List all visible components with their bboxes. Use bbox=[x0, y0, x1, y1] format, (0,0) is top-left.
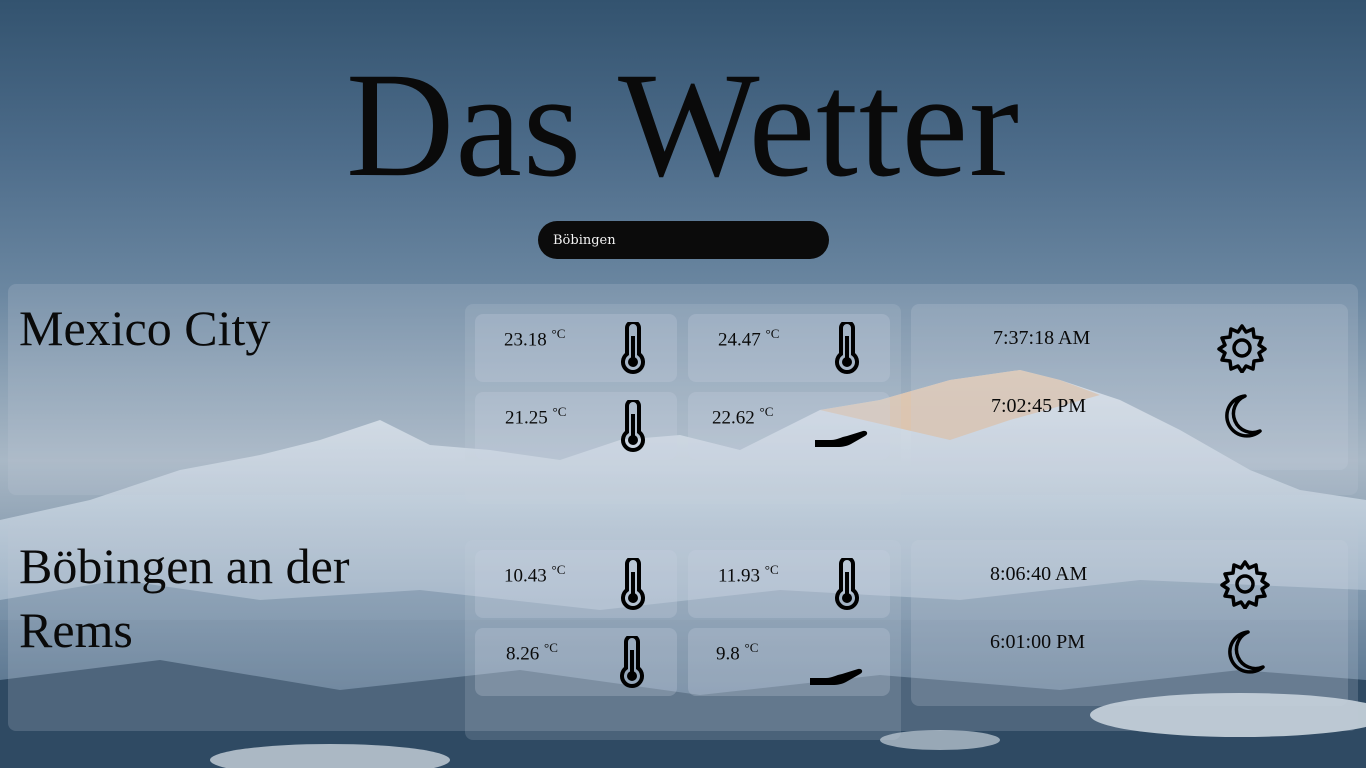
thermometer-icon bbox=[621, 400, 645, 452]
temperature-card: 23.18 °C bbox=[475, 314, 677, 382]
temperature-unit: °C bbox=[765, 326, 780, 341]
temperature-value: 8.26 bbox=[506, 643, 540, 665]
temperature-card: 8.26 °C bbox=[475, 628, 677, 696]
sunrise-time: 8:06:40 AM bbox=[990, 563, 1088, 585]
moon-icon bbox=[1225, 394, 1262, 438]
sunrise-time: 7:37:18 AM bbox=[993, 327, 1091, 349]
temperature-value: 9.8 bbox=[716, 643, 740, 665]
sunset-time: 6:01:00 PM bbox=[990, 631, 1086, 653]
temperature-unit: °C bbox=[551, 562, 566, 577]
temperature-value: 10.43 bbox=[504, 565, 547, 587]
sun-gear-icon bbox=[1220, 560, 1270, 609]
temperature-unit: °C bbox=[552, 404, 567, 419]
temperature-card: 22.62 °C bbox=[688, 392, 890, 460]
temperature-card: 9.8 °C bbox=[688, 628, 890, 696]
sun-times-block bbox=[911, 540, 1348, 706]
temperature-value: 11.93 bbox=[718, 565, 761, 587]
moon-icon bbox=[1228, 630, 1265, 674]
thermometer-icon bbox=[620, 636, 644, 688]
city-name: Böbingen an der Rems bbox=[19, 538, 350, 658]
sunset-time: 7:02:45 PM bbox=[991, 395, 1087, 417]
temperature-unit: °C bbox=[759, 404, 774, 419]
sun-gear-icon bbox=[1217, 324, 1267, 373]
city-name: Mexico City bbox=[19, 300, 271, 356]
thermometer-icon bbox=[835, 322, 859, 374]
thermometer-icon bbox=[621, 558, 645, 610]
hand-icon bbox=[810, 668, 863, 685]
temperature-card: 21.25 °C bbox=[475, 392, 677, 460]
temperature-card: 24.47 °C bbox=[688, 314, 890, 382]
temperature-value: 21.25 bbox=[505, 407, 548, 429]
temperature-card: 10.43 °C bbox=[475, 550, 677, 618]
city-search-input[interactable] bbox=[538, 221, 829, 259]
temperature-unit: °C bbox=[551, 326, 566, 341]
thermometer-icon bbox=[835, 558, 859, 610]
temperature-value: 22.62 bbox=[712, 407, 755, 429]
temperature-unit: °C bbox=[544, 640, 558, 655]
hand-icon bbox=[815, 430, 868, 447]
temperature-value: 24.47 bbox=[718, 329, 761, 351]
temperature-unit: °C bbox=[744, 640, 759, 655]
temperature-value: 23.18 bbox=[504, 329, 547, 351]
temperature-card: 11.93 °C bbox=[688, 550, 890, 618]
app-title: Das Wetter bbox=[345, 42, 1021, 208]
thermometer-icon bbox=[621, 322, 645, 374]
sun-times-block bbox=[911, 304, 1348, 470]
temperature-unit: °C bbox=[764, 562, 779, 577]
